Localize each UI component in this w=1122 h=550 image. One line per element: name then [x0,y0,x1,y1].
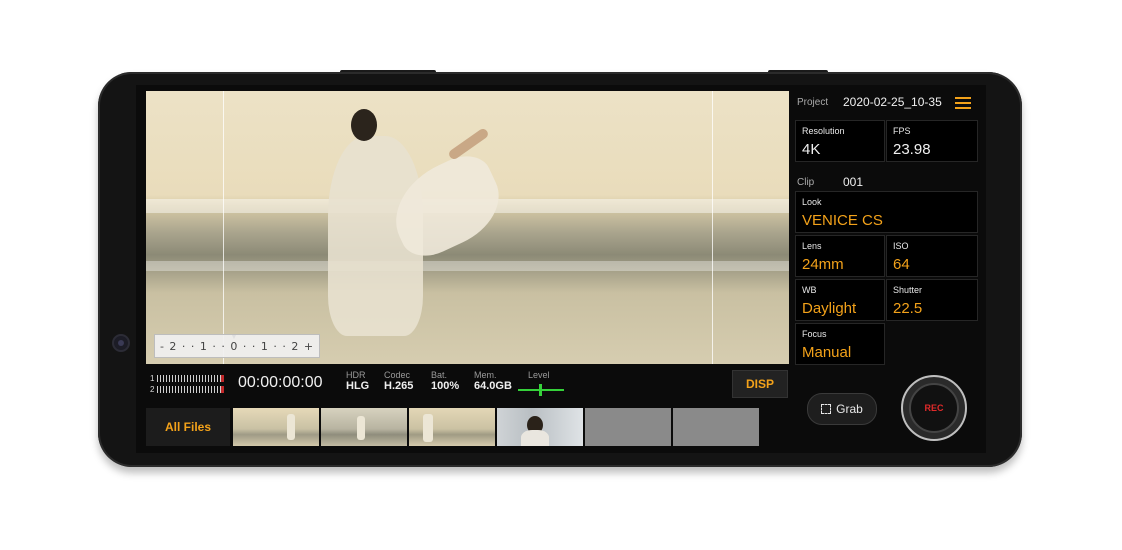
iso-label: ISO [893,241,909,251]
wb-value: Daylight [802,300,857,317]
status-bar: 1 2 00:00:00:00 HDR HLG Codec H.265 Bat.… [146,368,789,398]
fps-setting[interactable]: FPS 23.98 [886,120,978,162]
hdr-status: HDR HLG [346,370,369,392]
resolution-label: Resolution [802,126,845,136]
wave-foam [146,261,789,271]
viewfinder[interactable]: ▼ - 2 · · 1 · · 0 · · 1 · · 2 + [146,91,789,364]
clip-thumbnail[interactable] [497,408,583,446]
clip-strip: All Files [146,408,789,446]
wb-label: WB [802,285,817,295]
shutter-value: 22.5 [893,300,923,317]
shutter-setting[interactable]: Shutter 22.5 [886,279,978,321]
codec-value: H.265 [384,380,414,392]
battery-status: Bat. 100% [431,370,459,392]
cinema-pro-screen: ▼ - 2 · · 1 · · 0 · · 1 · · 2 + 1 2 00:0… [136,85,986,453]
wb-setting[interactable]: WB Daylight [795,279,885,321]
shutter-label: Shutter [893,285,923,295]
record-label: REC [909,383,959,433]
focus-label: Focus [802,329,827,339]
clip-thumbnail[interactable] [321,408,407,446]
fps-value: 23.98 [893,141,931,158]
focus-setting[interactable]: Focus Manual [795,323,885,365]
memory-status: Mem. 64.0GB [474,370,512,392]
record-button[interactable]: REC [901,375,967,441]
audio-channel-2: 2 [150,385,155,394]
lens-value: 24mm [802,256,844,273]
clip-value: 001 [843,175,864,189]
all-files-button[interactable]: All Files [146,408,230,446]
resolution-setting[interactable]: Resolution 4K [795,120,885,162]
lens-label: Lens [802,241,822,251]
resolution-value: 4K [802,141,821,158]
codec-status: Codec H.265 [384,370,413,392]
level-scale: - 2 · · 1 · · 0 · · 1 · · 2 + [154,334,320,358]
memory-value: 64.0GB [474,380,512,392]
level-indicator-icon [518,384,564,396]
subject-head [351,109,377,141]
timecode: 00:00:00:00 [238,374,323,391]
battery-label: Bat. [431,370,448,380]
audio-meter: 1 2 [150,373,228,395]
level-label: Level [528,370,550,380]
clip-label: Clip [797,177,815,188]
frame-guide-right [712,91,713,364]
clip-thumbnail-empty[interactable] [585,408,671,446]
front-camera [112,334,130,352]
hdr-label: HDR [346,370,366,380]
clip-thumbnail-empty[interactable] [673,408,759,446]
memory-label: Mem. [474,370,497,380]
grab-icon [821,404,832,414]
frame-guide-left [223,91,224,364]
clip-thumbnail[interactable] [233,408,319,446]
codec-label: Codec [384,370,411,380]
focus-value: Manual [802,344,852,361]
grab-label: Grab [836,402,863,416]
fps-label: FPS [893,126,911,136]
menu-icon[interactable] [955,97,971,109]
clip-thumbnail[interactable] [409,408,495,446]
disp-button[interactable]: DISP [732,370,788,398]
project-label: Project [797,97,829,108]
audio-channel-1: 1 [150,374,155,383]
project-value[interactable]: 2020-02-25_10-35 [843,95,942,109]
battery-value: 100% [431,380,460,392]
hdr-value: HLG [346,380,370,392]
grab-button[interactable]: Grab [807,393,877,425]
look-label: Look [802,197,822,207]
audio-level-bar [157,375,225,382]
audio-level-bar [157,386,225,393]
look-setting[interactable]: Look VENICE CS [795,191,978,233]
settings-panel: Project 2020-02-25_10-35 Resolution 4K F… [793,85,986,453]
look-value: VENICE CS [802,212,883,229]
iso-setting[interactable]: ISO 64 [886,235,978,277]
lens-setting[interactable]: Lens 24mm [795,235,885,277]
level-status: Level [528,370,550,380]
iso-value: 64 [893,256,910,273]
